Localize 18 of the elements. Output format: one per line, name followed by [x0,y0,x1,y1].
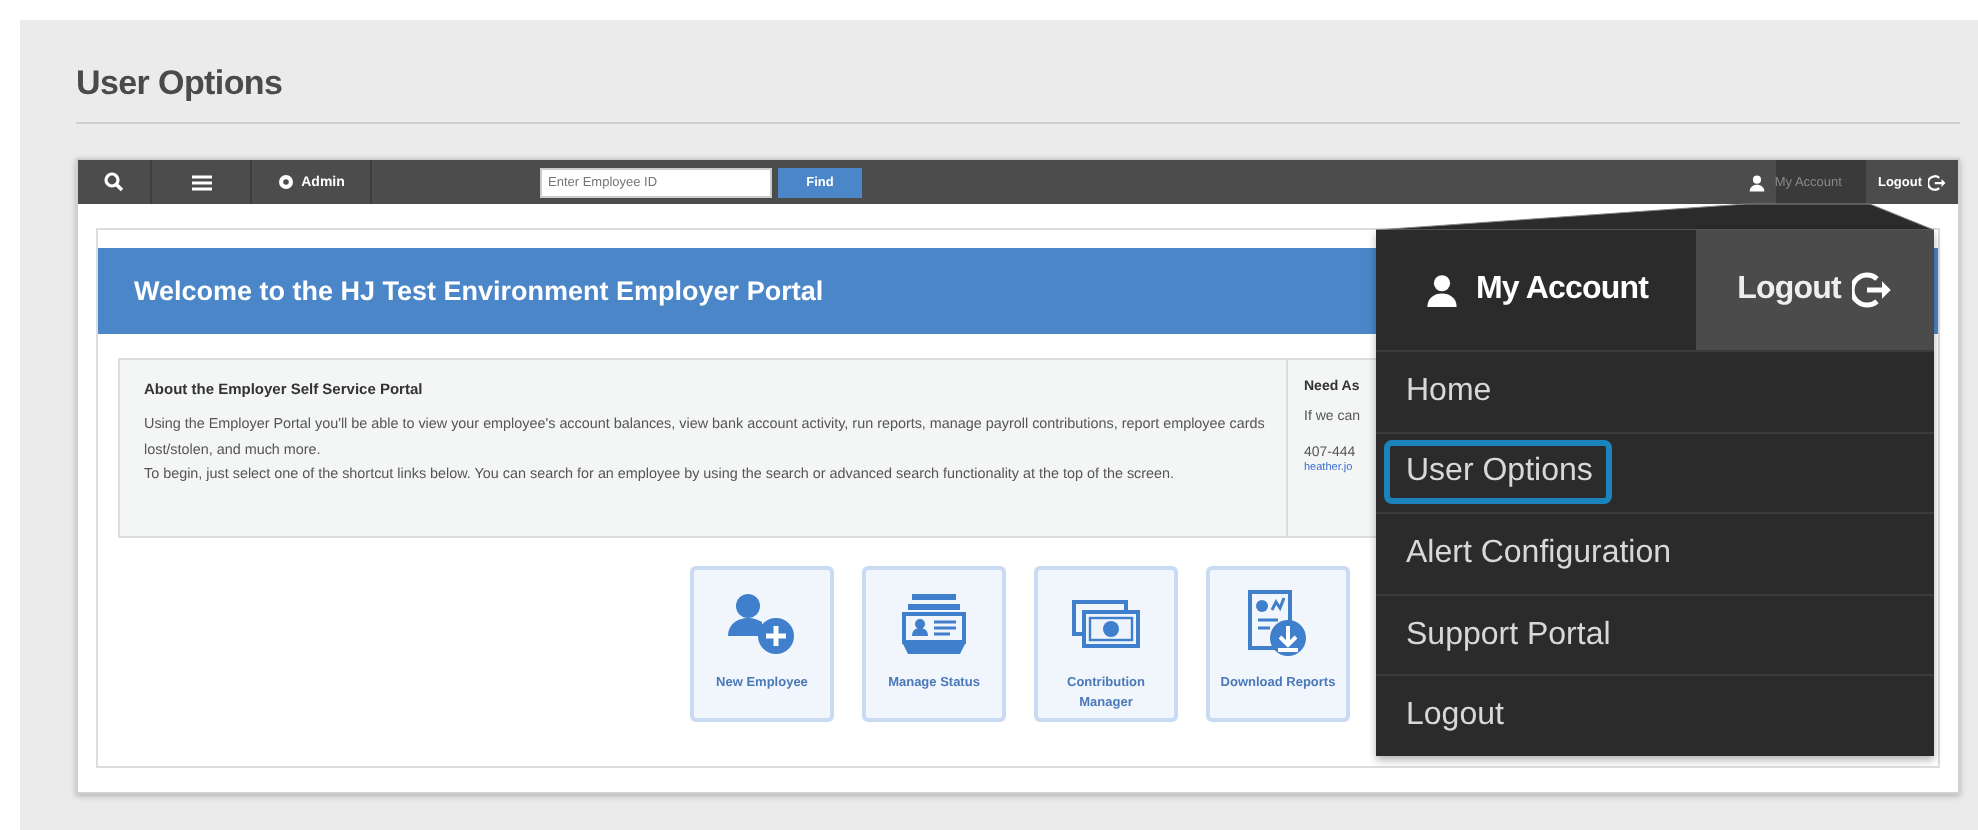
logout-icon [1852,270,1893,310]
person-add-icon [728,592,796,656]
user-icon [1748,173,1767,191]
id-card-stack-icon [902,594,966,654]
gear-icon [277,174,294,190]
menu-item[interactable]: Logout [1384,684,1524,749]
menu-item[interactable]: Home [1384,359,1512,424]
menu-item[interactable]: User Options [1384,440,1613,505]
report-download-icon [1248,590,1308,658]
menu-item[interactable]: Support Portal [1384,603,1631,668]
page-title: User Options [76,20,1960,124]
logout-icon [1928,173,1946,191]
logout-header[interactable]: Logout [1696,230,1934,350]
user-icon [1423,272,1460,308]
banknote-icon [1072,600,1140,648]
menu-item[interactable]: Alert Configuration [1384,521,1692,586]
search-icon[interactable] [104,172,124,192]
menu-icon[interactable] [191,173,211,191]
